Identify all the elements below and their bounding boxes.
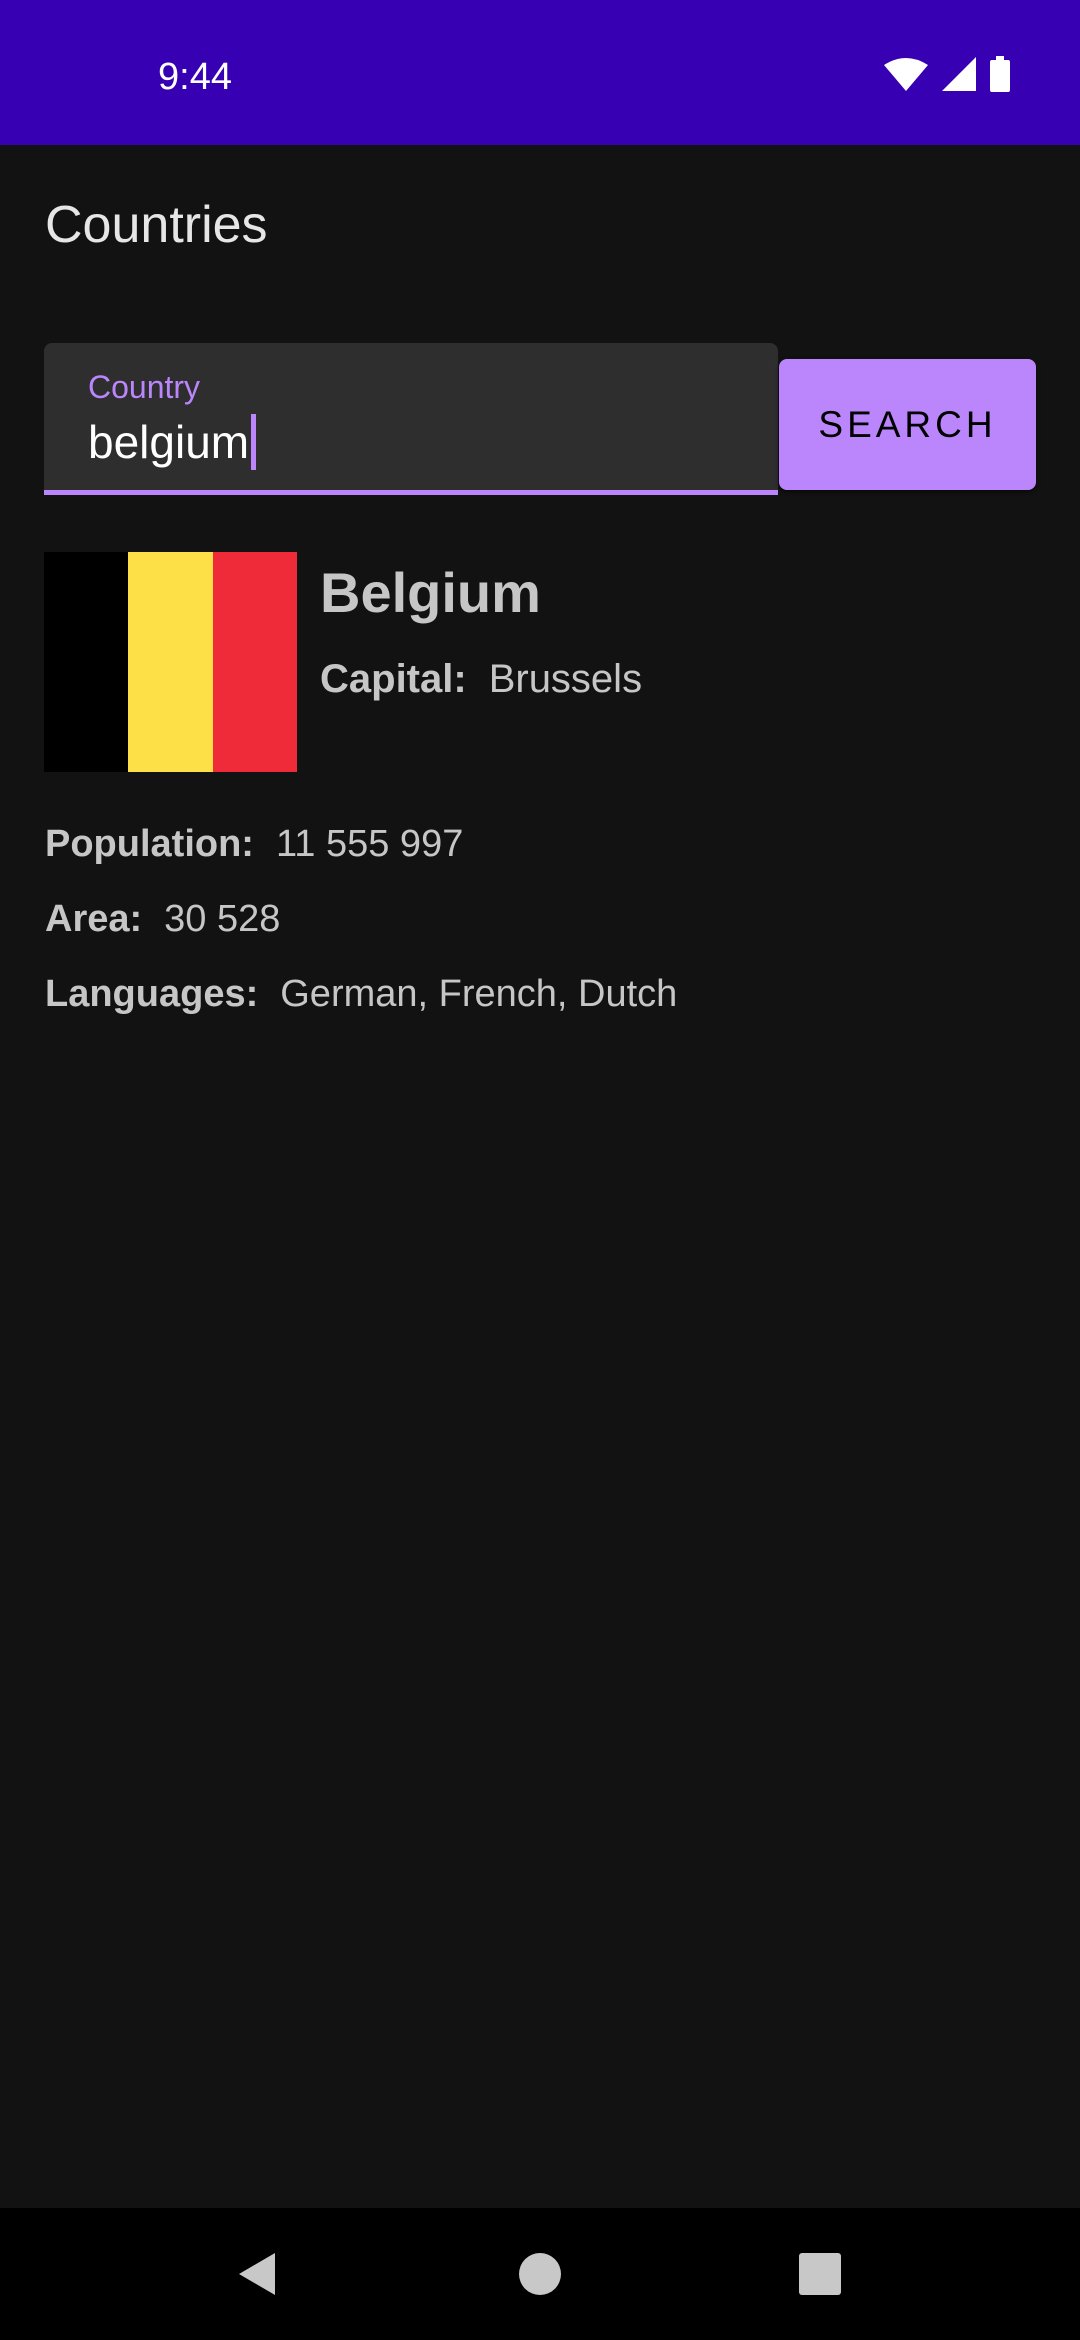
text-cursor <box>251 414 257 470</box>
flag-stripe-yellow <box>128 552 213 772</box>
country-name: Belgium <box>320 561 541 624</box>
languages-label: Languages: <box>45 973 259 1015</box>
country-field-value-wrap[interactable]: belgium <box>88 413 257 471</box>
country-input[interactable]: Country belgium <box>44 343 778 495</box>
country-field-label: Country <box>88 369 201 405</box>
flag-stripe-black <box>44 552 129 772</box>
back-icon <box>239 2253 275 2295</box>
status-bar: 9:44 <box>0 0 1080 145</box>
home-button[interactable] <box>460 2208 620 2340</box>
back-button[interactable] <box>177 2208 337 2340</box>
cellular-signal-icon <box>942 57 976 91</box>
search-button[interactable]: SEARCH <box>779 359 1036 490</box>
navigation-bar <box>0 2208 1080 2340</box>
capital-row: Capital: Brussels <box>320 654 642 704</box>
flag-stripe-red <box>212 552 297 772</box>
area-value: 30 528 <box>164 898 281 940</box>
capital-label: Capital: <box>320 657 467 701</box>
page-title: Countries <box>45 196 268 254</box>
population-label: Population: <box>45 823 254 865</box>
wifi-icon <box>884 58 928 91</box>
languages-value: German, French, Dutch <box>280 973 678 1015</box>
capital-value: Brussels <box>488 657 643 701</box>
area-label: Area: <box>45 898 143 940</box>
area-row: Area: 30 528 <box>45 894 280 944</box>
status-icons <box>884 56 1010 92</box>
population-row: Population: 11 555 997 <box>45 819 463 869</box>
country-field-value[interactable]: belgium <box>88 413 249 471</box>
status-time: 9:44 <box>158 56 232 98</box>
population-value: 11 555 997 <box>275 823 464 865</box>
recents-button[interactable] <box>740 2208 900 2340</box>
languages-row: Languages: German, French, Dutch <box>45 969 677 1019</box>
country-flag <box>44 552 297 772</box>
home-icon <box>519 2253 561 2295</box>
recents-icon <box>799 2253 841 2295</box>
battery-icon <box>990 56 1010 92</box>
